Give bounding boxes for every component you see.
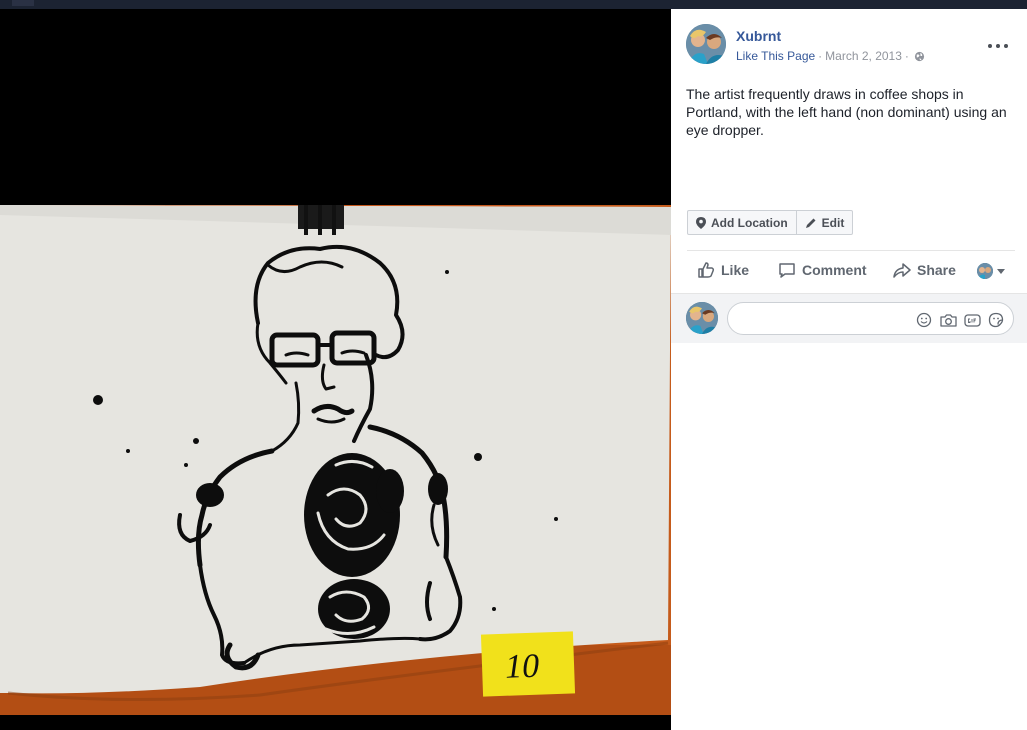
meta-separator-2: ·: [904, 49, 909, 63]
post-description: The artist frequently draws in coffee sh…: [686, 86, 1007, 138]
photo-viewer[interactable]: 10: [0, 9, 671, 730]
comment-button[interactable]: Comment: [778, 261, 867, 279]
sticky-note-number: 10: [504, 648, 539, 686]
identity-avatar: [977, 263, 993, 279]
like-button[interactable]: Like: [697, 261, 749, 279]
sticker-icon[interactable]: [987, 311, 1005, 329]
comment-composer: [671, 293, 1027, 343]
more-icon[interactable]: [988, 40, 1008, 52]
post-date[interactable]: March 2, 2013: [825, 49, 902, 63]
share-arrow-icon: [893, 263, 911, 278]
location-pin-icon: [696, 216, 706, 229]
like-page-link[interactable]: Like This Page: [736, 49, 815, 63]
ufi-bar: Like Comment Share: [687, 257, 1015, 287]
comment-label: Comment: [802, 262, 867, 278]
top-bar-stub: [12, 0, 34, 6]
thumbs-up-icon: [698, 262, 715, 278]
emoji-icon[interactable]: [915, 311, 933, 329]
comment-input-box: [727, 302, 1014, 335]
globe-icon: [914, 51, 925, 62]
comment-input[interactable]: [738, 310, 908, 328]
page-avatar[interactable]: [686, 24, 726, 64]
edit-label: Edit: [821, 215, 845, 230]
pencil-icon: [805, 218, 816, 228]
share-button[interactable]: Share: [893, 261, 956, 279]
post-panel: Xubrnt Like This Page · March 2, 2013 · …: [671, 9, 1027, 730]
identity-selector[interactable]: [977, 263, 1005, 279]
post-actions: Add Location Edit: [687, 210, 854, 235]
comment-bubble-icon: [779, 263, 795, 278]
add-location-button[interactable]: Add Location: [688, 211, 796, 234]
share-label: Share: [917, 262, 956, 278]
composer-icons: [915, 311, 1005, 329]
like-label: Like: [721, 262, 750, 278]
edit-button[interactable]: Edit: [795, 211, 853, 234]
add-location-label: Add Location: [711, 215, 788, 230]
top-bar: [0, 0, 1027, 9]
meta-separator: ·: [818, 49, 823, 63]
photo: 10: [0, 205, 671, 715]
page-name-link[interactable]: Xubrnt: [736, 28, 781, 44]
ufi-divider: [687, 250, 1015, 251]
post-meta: Like This Page · March 2, 2013 ·: [736, 49, 925, 63]
chevron-down-icon: [997, 268, 1005, 274]
commenter-avatar: [686, 302, 718, 334]
gif-icon[interactable]: [963, 311, 981, 329]
camera-icon[interactable]: [939, 311, 957, 329]
post-header: Xubrnt Like This Page · March 2, 2013 ·: [686, 24, 1016, 69]
